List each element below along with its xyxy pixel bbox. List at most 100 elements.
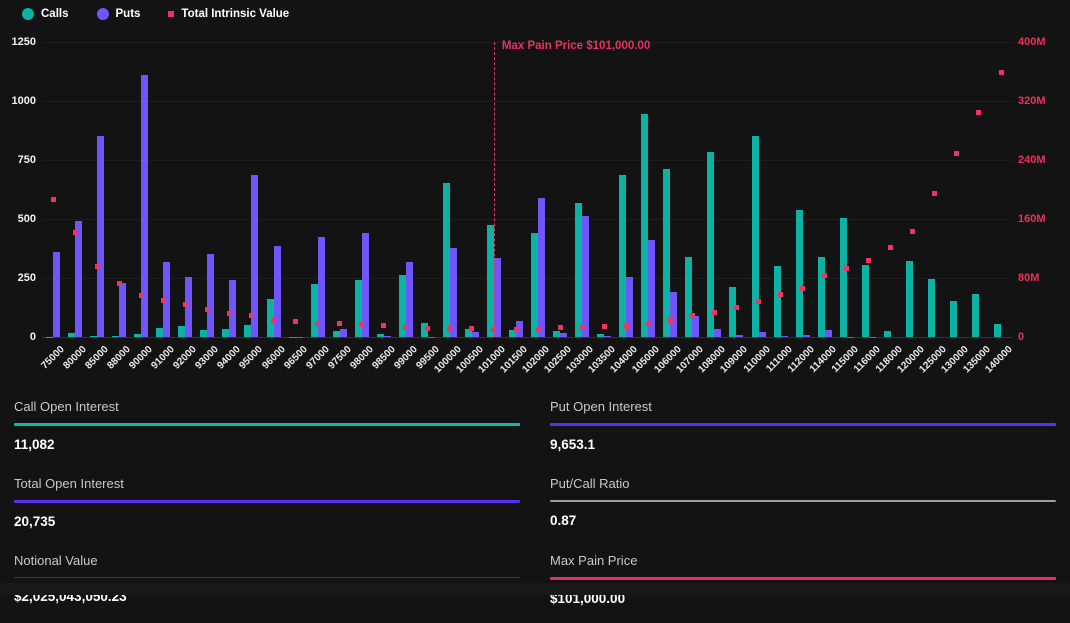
call-bar[interactable] — [355, 280, 362, 337]
intrinsic-value-dot[interactable] — [514, 327, 519, 332]
put-bar[interactable] — [119, 283, 126, 337]
call-bar[interactable] — [443, 183, 450, 337]
put-bar[interactable] — [847, 337, 854, 338]
call-bar[interactable] — [972, 294, 979, 337]
call-bar[interactable] — [685, 257, 692, 337]
put-bar[interactable] — [53, 252, 60, 337]
call-bar[interactable] — [597, 334, 604, 338]
put-bar[interactable] — [781, 336, 788, 337]
intrinsic-value-dot[interactable] — [800, 286, 805, 291]
intrinsic-value-dot[interactable] — [580, 325, 585, 330]
legend-item-puts[interactable]: Puts — [97, 8, 141, 20]
intrinsic-value-dot[interactable] — [690, 313, 695, 318]
put-bar[interactable] — [494, 258, 501, 337]
put-bar[interactable] — [207, 254, 214, 337]
call-bar[interactable] — [90, 336, 97, 337]
call-bar[interactable] — [994, 324, 1001, 337]
call-bar[interactable] — [244, 325, 251, 337]
intrinsic-value-dot[interactable] — [469, 326, 474, 331]
intrinsic-value-dot[interactable] — [139, 293, 144, 298]
call-bar[interactable] — [200, 330, 207, 337]
intrinsic-value-dot[interactable] — [844, 266, 849, 271]
options-open-interest-chart[interactable]: Calls Puts Total Intrinsic Value 0025080… — [0, 0, 1070, 388]
call-bar[interactable] — [619, 175, 626, 337]
put-bar[interactable] — [604, 336, 611, 337]
put-bar[interactable] — [692, 316, 699, 337]
put-bar[interactable] — [274, 246, 281, 337]
intrinsic-value-dot[interactable] — [183, 302, 188, 307]
legend-item-total-intrinsic-value[interactable]: Total Intrinsic Value — [168, 8, 289, 20]
put-bar[interactable] — [736, 335, 743, 337]
put-bar[interactable] — [670, 292, 677, 337]
intrinsic-value-dot[interactable] — [734, 305, 739, 310]
intrinsic-value-dot[interactable] — [712, 310, 717, 315]
intrinsic-value-dot[interactable] — [161, 298, 166, 303]
intrinsic-value-dot[interactable] — [822, 273, 827, 278]
intrinsic-value-dot[interactable] — [778, 292, 783, 297]
intrinsic-value-dot[interactable] — [932, 191, 937, 196]
call-bar[interactable] — [46, 337, 53, 338]
put-bar[interactable] — [759, 332, 766, 337]
intrinsic-value-dot[interactable] — [888, 245, 893, 250]
call-bar[interactable] — [818, 257, 825, 337]
put-bar[interactable] — [97, 136, 104, 338]
put-bar[interactable] — [450, 248, 457, 337]
intrinsic-value-dot[interactable] — [954, 151, 959, 156]
intrinsic-value-dot[interactable] — [73, 230, 78, 235]
call-bar[interactable] — [575, 203, 582, 338]
call-bar[interactable] — [68, 333, 75, 337]
intrinsic-value-dot[interactable] — [227, 311, 232, 316]
call-bar[interactable] — [663, 169, 670, 337]
intrinsic-value-dot[interactable] — [866, 258, 871, 263]
intrinsic-value-dot[interactable] — [425, 326, 430, 331]
intrinsic-value-dot[interactable] — [602, 324, 607, 329]
intrinsic-value-dot[interactable] — [447, 326, 452, 331]
put-bar[interactable] — [384, 336, 391, 337]
call-bar[interactable] — [928, 279, 935, 337]
put-bar[interactable] — [472, 332, 479, 337]
call-bar[interactable] — [906, 261, 913, 338]
intrinsic-value-dot[interactable] — [976, 110, 981, 115]
put-bar[interactable] — [340, 329, 347, 338]
intrinsic-value-dot[interactable] — [271, 318, 276, 323]
put-bar[interactable] — [560, 333, 567, 337]
intrinsic-value-dot[interactable] — [293, 319, 298, 324]
call-bar[interactable] — [641, 114, 648, 337]
call-bar[interactable] — [531, 233, 538, 337]
put-bar[interactable] — [229, 280, 236, 337]
intrinsic-value-dot[interactable] — [117, 281, 122, 286]
intrinsic-value-dot[interactable] — [381, 323, 386, 328]
intrinsic-value-dot[interactable] — [756, 299, 761, 304]
call-bar[interactable] — [796, 210, 803, 337]
intrinsic-value-dot[interactable] — [51, 197, 56, 202]
call-bar[interactable] — [156, 328, 163, 337]
call-bar[interactable] — [487, 225, 494, 337]
intrinsic-value-dot[interactable] — [315, 321, 320, 326]
put-bar[interactable] — [803, 335, 810, 337]
put-bar[interactable] — [296, 337, 303, 338]
call-bar[interactable] — [553, 331, 560, 337]
intrinsic-value-dot[interactable] — [249, 313, 254, 318]
call-bar[interactable] — [377, 334, 384, 337]
put-bar[interactable] — [582, 216, 589, 337]
call-bar[interactable] — [729, 287, 736, 338]
call-bar[interactable] — [884, 331, 891, 337]
intrinsic-value-dot[interactable] — [558, 325, 563, 330]
call-bar[interactable] — [333, 331, 340, 337]
intrinsic-value-dot[interactable] — [999, 70, 1004, 75]
call-bar[interactable] — [134, 334, 141, 337]
intrinsic-value-dot[interactable] — [668, 318, 673, 323]
put-bar[interactable] — [714, 329, 721, 338]
intrinsic-value-dot[interactable] — [646, 321, 651, 326]
call-bar[interactable] — [222, 329, 229, 338]
intrinsic-value-dot[interactable] — [536, 327, 541, 332]
call-bar[interactable] — [862, 265, 869, 338]
legend-item-calls[interactable]: Calls — [22, 8, 69, 20]
call-bar[interactable] — [178, 326, 185, 337]
call-bar[interactable] — [840, 218, 847, 337]
put-bar[interactable] — [825, 330, 832, 337]
intrinsic-value-dot[interactable] — [910, 229, 915, 234]
call-bar[interactable] — [311, 284, 318, 337]
put-bar[interactable] — [538, 198, 545, 337]
put-bar[interactable] — [141, 75, 148, 337]
